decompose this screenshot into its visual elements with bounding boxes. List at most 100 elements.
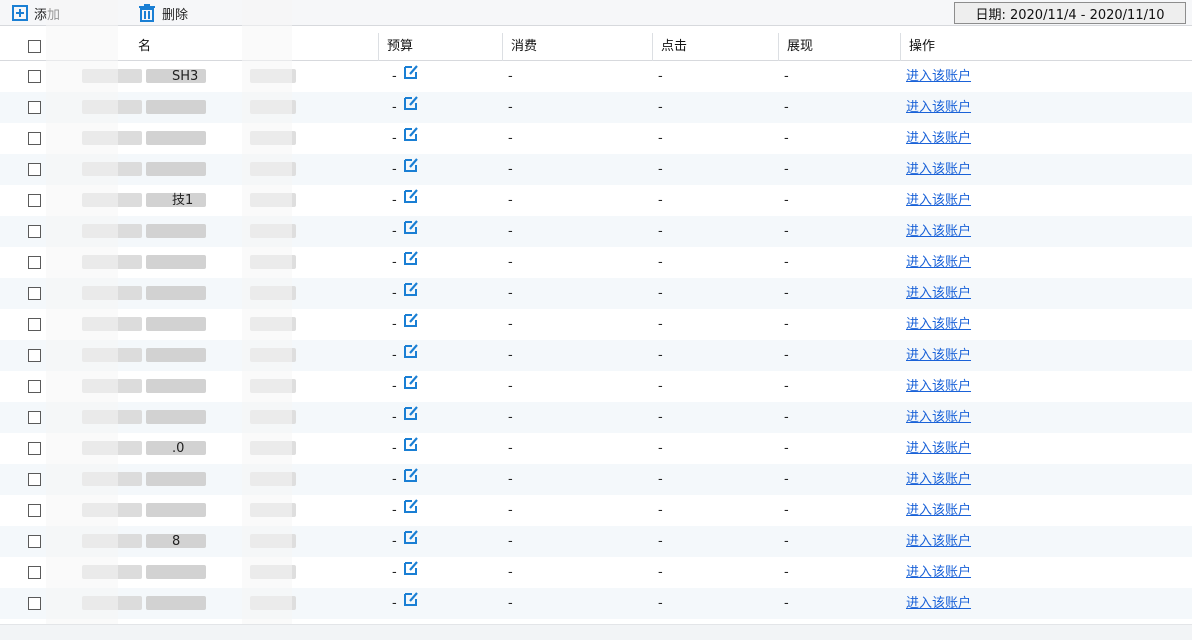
- redacted-block: [146, 317, 206, 331]
- header-name[interactable]: 名: [130, 33, 151, 61]
- row-checkbox[interactable]: [28, 411, 41, 424]
- row-checkbox[interactable]: [28, 256, 41, 269]
- edit-icon[interactable]: [403, 123, 419, 154]
- enter-account-link[interactable]: 进入该账户: [906, 410, 971, 425]
- consumption-cell: -: [508, 348, 513, 363]
- redacted-block: [146, 410, 206, 424]
- enter-account-link[interactable]: 进入该账户: [906, 503, 971, 518]
- budget-cell: -: [392, 185, 502, 216]
- consumption-cell: -: [508, 317, 513, 332]
- row-checkbox[interactable]: [28, 132, 41, 145]
- budget-value: -: [392, 255, 397, 270]
- clicks-cell: -: [658, 69, 663, 84]
- account-table: 名 预算 消费 点击 展现 操作 SH3 - - - - 进入该账户 - - -…: [0, 33, 1192, 619]
- enter-account-link[interactable]: 进入该账户: [906, 162, 971, 177]
- row-checkbox[interactable]: [28, 380, 41, 393]
- header-impressions[interactable]: 展现: [778, 33, 900, 61]
- redacted-block: [250, 410, 296, 424]
- budget-cell: -: [392, 247, 502, 278]
- edit-icon[interactable]: [403, 433, 419, 464]
- edit-icon[interactable]: [403, 464, 419, 495]
- enter-account-link[interactable]: 进入该账户: [906, 69, 971, 84]
- budget-cell: -: [392, 340, 502, 371]
- budget-value: -: [392, 503, 397, 518]
- enter-account-link[interactable]: 进入该账户: [906, 193, 971, 208]
- enter-account-link[interactable]: 进入该账户: [906, 379, 971, 394]
- enter-account-link[interactable]: 进入该账户: [906, 255, 971, 270]
- header-budget[interactable]: 预算: [378, 33, 502, 61]
- row-checkbox[interactable]: [28, 318, 41, 331]
- budget-cell: -: [392, 557, 502, 588]
- horizontal-scrollbar[interactable]: [0, 624, 1192, 640]
- table-row: - - - - 进入该账户: [0, 340, 1192, 371]
- header-clicks[interactable]: 点击: [652, 33, 778, 61]
- budget-cell: -: [392, 154, 502, 185]
- row-checkbox[interactable]: [28, 535, 41, 548]
- enter-account-link[interactable]: 进入该账户: [906, 441, 971, 456]
- row-checkbox[interactable]: [28, 163, 41, 176]
- row-checkbox[interactable]: [28, 473, 41, 486]
- table-row: - - - - 进入该账户: [0, 464, 1192, 495]
- row-checkbox[interactable]: [28, 566, 41, 579]
- row-checkbox[interactable]: [28, 225, 41, 238]
- header-consumption[interactable]: 消费: [502, 33, 652, 61]
- redacted-block: [250, 565, 296, 579]
- budget-value: -: [392, 379, 397, 394]
- edit-icon[interactable]: [403, 278, 419, 309]
- account-name-cell: [60, 247, 380, 278]
- table-row: - - - - 进入该账户: [0, 154, 1192, 185]
- clicks-cell: -: [658, 348, 663, 363]
- impressions-cell: -: [784, 441, 789, 456]
- budget-value: -: [392, 348, 397, 363]
- row-checkbox[interactable]: [28, 504, 41, 517]
- enter-account-link[interactable]: 进入该账户: [906, 348, 971, 363]
- account-name-cell: 8: [60, 526, 380, 557]
- budget-value: -: [392, 596, 397, 611]
- enter-account-link[interactable]: 进入该账户: [906, 286, 971, 301]
- redacted-block: [250, 596, 296, 610]
- date-range-display[interactable]: 日期: 2020/11/4 - 2020/11/10: [954, 2, 1186, 24]
- budget-value: -: [392, 534, 397, 549]
- enter-account-link[interactable]: 进入该账户: [906, 596, 971, 611]
- row-checkbox[interactable]: [28, 349, 41, 362]
- edit-icon[interactable]: [403, 185, 419, 216]
- redacted-block: [82, 317, 142, 331]
- enter-account-link[interactable]: 进入该账户: [906, 472, 971, 487]
- budget-cell: -: [392, 526, 502, 557]
- select-all-checkbox[interactable]: [28, 40, 41, 53]
- row-checkbox[interactable]: [28, 597, 41, 610]
- edit-icon[interactable]: [403, 402, 419, 433]
- enter-account-link[interactable]: 进入该账户: [906, 565, 971, 580]
- delete-button[interactable]: 删除: [138, 3, 188, 23]
- redacted-block: [250, 534, 296, 548]
- enter-account-link[interactable]: 进入该账户: [906, 317, 971, 332]
- row-checkbox[interactable]: [28, 101, 41, 114]
- row-checkbox[interactable]: [28, 442, 41, 455]
- edit-icon[interactable]: [403, 588, 419, 619]
- edit-icon[interactable]: [403, 495, 419, 526]
- row-checkbox[interactable]: [28, 70, 41, 83]
- enter-account-link[interactable]: 进入该账户: [906, 100, 971, 115]
- enter-account-link[interactable]: 进入该账户: [906, 534, 971, 549]
- edit-icon[interactable]: [403, 247, 419, 278]
- budget-cell: -: [392, 92, 502, 123]
- redacted-block: [146, 472, 206, 486]
- edit-icon[interactable]: [403, 216, 419, 247]
- operation-cell: 进入该账户: [906, 402, 1166, 433]
- enter-account-link[interactable]: 进入该账户: [906, 131, 971, 146]
- edit-icon[interactable]: [403, 92, 419, 123]
- impressions-cell: -: [784, 503, 789, 518]
- edit-icon[interactable]: [403, 557, 419, 588]
- edit-icon[interactable]: [403, 526, 419, 557]
- row-checkbox[interactable]: [28, 287, 41, 300]
- operation-cell: 进入该账户: [906, 495, 1166, 526]
- edit-icon[interactable]: [403, 340, 419, 371]
- add-button[interactable]: 添加: [12, 3, 60, 23]
- redacted-block: [82, 596, 142, 610]
- edit-icon[interactable]: [403, 61, 419, 92]
- enter-account-link[interactable]: 进入该账户: [906, 224, 971, 239]
- edit-icon[interactable]: [403, 154, 419, 185]
- row-checkbox[interactable]: [28, 194, 41, 207]
- edit-icon[interactable]: [403, 309, 419, 340]
- edit-icon[interactable]: [403, 371, 419, 402]
